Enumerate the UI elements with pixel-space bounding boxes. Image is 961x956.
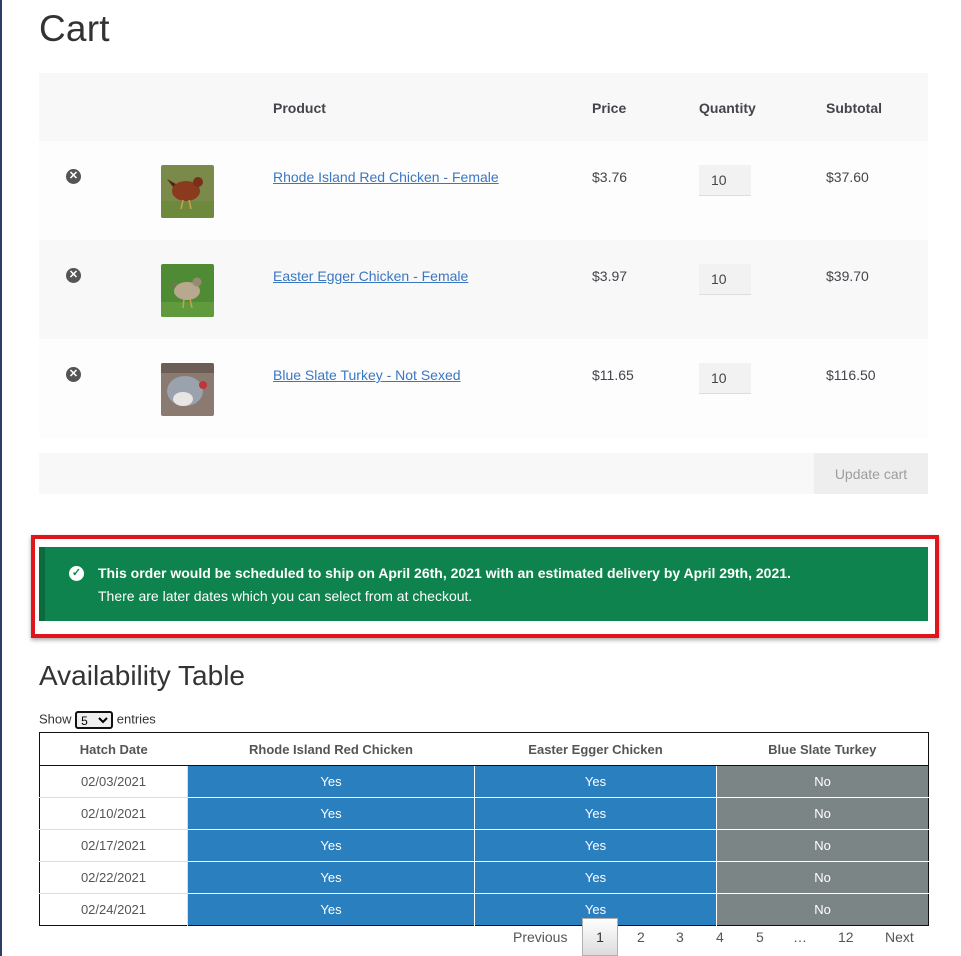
remove-item-icon[interactable]: ✕ — [66, 367, 81, 382]
pagination-page-3[interactable]: 3 — [676, 929, 684, 945]
availability-cell: No — [716, 861, 929, 894]
availability-cell: Yes — [187, 829, 475, 862]
shipping-notice: ✓ This order would be scheduled to ship … — [39, 547, 928, 621]
cart-header-row: Product Price Quantity Subtotal — [39, 73, 928, 141]
notice-message: This order would be scheduled to ship on… — [98, 565, 791, 581]
notice-submessage: There are later dates which you can sele… — [98, 588, 473, 604]
pagination-previous[interactable]: Previous — [513, 929, 567, 945]
pagination-page-2[interactable]: 2 — [637, 929, 645, 945]
hatch-date-cell: 02/03/2021 — [39, 765, 188, 798]
product-thumbnail-chicken[interactable] — [161, 264, 214, 317]
page-title: Cart — [39, 8, 110, 49]
left-border — [0, 0, 2, 956]
item-price: $3.97 — [592, 268, 628, 284]
product-link[interactable]: Easter Egger Chicken - Female — [273, 268, 468, 284]
hatch-date-cell: 02/22/2021 — [39, 861, 188, 894]
availability-cell: No — [716, 797, 929, 830]
pagination: Previous 1 2 3 4 5 … 12 Next — [500, 918, 930, 956]
cart-item-blue-slate-turkey: ✕ Blue Slate Turkey - Not Sexed $11.65 $… — [39, 339, 928, 438]
availability-cell: No — [716, 765, 929, 798]
header-subtotal: Subtotal — [826, 100, 882, 116]
hatch-date-cell: 02/10/2021 — [39, 797, 188, 830]
hatch-date-cell: 02/24/2021 — [39, 893, 188, 926]
product-link[interactable]: Rhode Island Red Chicken - Female — [273, 169, 499, 185]
item-price: $3.76 — [592, 169, 628, 185]
availability-cell: Yes — [187, 861, 475, 894]
quantity-input[interactable] — [699, 165, 751, 196]
availability-cell: Yes — [474, 829, 717, 862]
pagination-page-4[interactable]: 4 — [716, 929, 724, 945]
remove-item-icon[interactable]: ✕ — [66, 268, 81, 283]
availability-title: Availability Table — [39, 660, 245, 691]
availability-cell: No — [716, 829, 929, 862]
entries-select[interactable]: 5 — [75, 711, 114, 729]
quantity-input[interactable] — [699, 264, 751, 295]
table-row: 02/17/2021 Yes Yes No — [39, 829, 929, 862]
update-cart-button[interactable]: Update cart — [814, 453, 928, 494]
remove-item-icon[interactable]: ✕ — [66, 169, 81, 184]
pagination-next[interactable]: Next — [885, 929, 914, 945]
table-row: 02/03/2021 Yes Yes No — [39, 765, 929, 798]
entries-label: entries — [116, 711, 156, 727]
hatch-date-cell: 02/17/2021 — [39, 829, 188, 862]
header-hatch-date[interactable]: Hatch Date — [39, 732, 188, 766]
pagination-page-5[interactable]: 5 — [756, 929, 764, 945]
item-subtotal: $39.70 — [826, 268, 869, 284]
cart-item-easter-egger: ✕ Easter Egger Chicken - Female $3.97 $3… — [39, 240, 928, 339]
item-subtotal: $116.50 — [826, 367, 876, 383]
pagination-page-12[interactable]: 12 — [838, 929, 854, 945]
pagination-ellipsis: … — [793, 929, 807, 945]
header-blue-slate-turkey[interactable]: Blue Slate Turkey — [716, 732, 929, 766]
availability-cell: Yes — [187, 893, 475, 926]
item-price: $11.65 — [592, 367, 634, 383]
availability-cell: Yes — [187, 797, 475, 830]
availability-cell: Yes — [474, 765, 717, 798]
product-link[interactable]: Blue Slate Turkey - Not Sexed — [273, 367, 461, 383]
check-circle-icon: ✓ — [69, 566, 84, 581]
table-row: 02/22/2021 Yes Yes No — [39, 861, 929, 894]
product-thumbnail-chicken[interactable] — [161, 165, 214, 218]
header-price: Price — [592, 100, 627, 116]
header-quantity: Quantity — [699, 100, 756, 116]
header-product: Product — [273, 100, 326, 116]
pagination-page-1[interactable]: 1 — [582, 918, 618, 956]
table-row: 02/10/2021 Yes Yes No — [39, 797, 929, 830]
show-entries-control: Show 5 entries — [39, 711, 156, 729]
header-easter-egger[interactable]: Easter Egger Chicken — [474, 732, 717, 766]
quantity-input[interactable] — [699, 363, 751, 394]
cart-table: Product Price Quantity Subtotal ✕ Rhode … — [39, 73, 928, 438]
availability-cell: Yes — [474, 861, 717, 894]
cart-item-rhode-island-red: ✕ Rhode Island Red Chicken - Female $3.7… — [39, 141, 928, 240]
show-label: Show — [39, 711, 72, 727]
item-subtotal: $37.60 — [826, 169, 869, 185]
availability-cell: Yes — [474, 797, 717, 830]
header-rhode-island-red[interactable]: Rhode Island Red Chicken — [187, 732, 475, 766]
table-header-row: Hatch Date Rhode Island Red Chicken East… — [39, 732, 929, 766]
availability-cell: Yes — [187, 765, 475, 798]
availability-table: Hatch Date Rhode Island Red Chicken East… — [39, 732, 929, 926]
product-thumbnail-turkey[interactable] — [161, 363, 214, 416]
cart-actions: Update cart — [39, 453, 928, 494]
